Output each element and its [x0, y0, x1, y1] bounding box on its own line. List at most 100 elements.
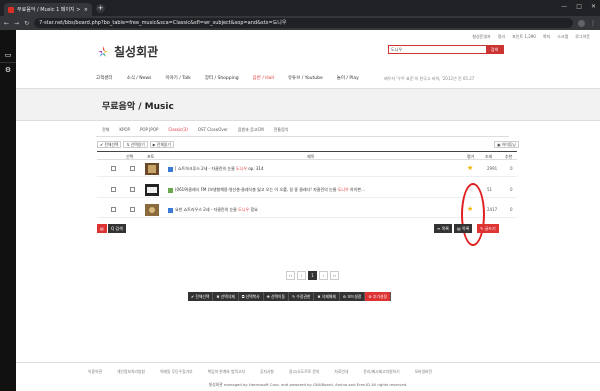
header-hits: 조회	[485, 154, 493, 159]
row-play-checkbox[interactable]	[130, 207, 135, 212]
url-field[interactable]: 7-star.net/bbs/board.php?bo_table=free_m…	[34, 18, 573, 28]
table-header: 선택 포토 제목 평가 조회 추천	[97, 151, 517, 160]
header-votes: 추천	[505, 154, 513, 159]
row-checkbox[interactable]	[111, 187, 116, 192]
tab-title: 무료음악 / Music 1 페이지 > 칠	[17, 7, 81, 13]
category-tab[interactable]: 전체	[102, 127, 109, 133]
category-tab[interactable]: KPOP	[119, 127, 130, 133]
row-checkbox[interactable]	[111, 207, 116, 212]
footer-link[interactable]: 모바일버전	[415, 369, 432, 375]
read-all-button[interactable]: ▶ 전체읽기	[149, 141, 174, 148]
rating-star-icon: ★	[467, 164, 474, 172]
itunes-button[interactable]: ▣ 아이튜닝	[494, 141, 519, 148]
admin-undelete-button[interactable]: ✖ 삭제해제	[314, 292, 340, 301]
close-window-button[interactable]: ✕	[591, 3, 596, 10]
album-thumbnail[interactable]	[145, 163, 159, 175]
admin-permission-button[interactable]: ✎ 수정권한	[289, 292, 315, 301]
menu-icon[interactable]: ⋮	[590, 20, 596, 27]
favicon-icon	[8, 6, 14, 13]
logo-mark-icon	[98, 45, 108, 57]
album-thumbnail[interactable]	[145, 204, 159, 216]
top-link[interactable]: 쪽지	[543, 34, 550, 40]
page-next-button[interactable]: ›	[319, 271, 328, 280]
row-title[interactable]: [ 쇼트하크루스 2세 - 자클린의 눈물 도니우 op. 314	[168, 166, 264, 172]
site-search: 도니우 검색	[388, 45, 504, 54]
maximize-button[interactable]: □	[576, 3, 582, 10]
album-thumbnail[interactable]	[145, 184, 159, 196]
nav-item[interactable]: 이야기 / Talk	[165, 75, 190, 81]
header-photo: 포토	[147, 154, 155, 159]
extension-icon[interactable]	[578, 19, 585, 27]
page-last-button[interactable]: ››	[330, 271, 339, 280]
category-tab-selected[interactable]: Classic(3)	[168, 127, 188, 133]
admin-move-button[interactable]: ✥ 선택이동	[263, 292, 290, 301]
nav-item[interactable]: 장터 / Shopping	[205, 75, 239, 81]
nav-item[interactable]: 유튜브 / Youtube	[288, 75, 323, 81]
list-button[interactable]: ≡ 목록	[434, 224, 452, 233]
search-button[interactable]: 검색	[486, 46, 503, 53]
row-play-checkbox[interactable]	[130, 187, 135, 192]
back-icon[interactable]: ←	[4, 20, 9, 27]
table-row[interactable]: [ 쇼트하크루스 2세 - 자클린의 눈물 도니우 op. 314 ★ 2991…	[97, 161, 517, 177]
browser-tab[interactable]: 무료음악 / Music 1 페이지 > 칠 ×	[4, 3, 92, 16]
row-title[interactable]: 요한 쇼트라우스 2세 - 자클린의 눈물 도니우 함요	[168, 207, 258, 213]
top-link[interactable]: 포인트 1,290	[512, 34, 536, 40]
admin-extra-settings-button[interactable]: ⚙ 추가설정	[365, 292, 391, 301]
list2-button[interactable]: ▤ 목록	[454, 224, 473, 233]
footer-link[interactable]: 공지사항	[260, 369, 274, 375]
web-page: 칠성운영자 정리 포인트 1,290 쪽지 스크랩 로그아웃 칠성회관 도니우 …	[16, 30, 600, 391]
top-link[interactable]: 칠성운영자	[472, 34, 490, 40]
category-tab[interactable]: POP JPOP	[140, 127, 158, 133]
read-selected-button[interactable]: ⇅ 선택읽기	[123, 141, 148, 148]
rss-button[interactable]: ▤	[97, 224, 107, 233]
category-tab[interactable]: OST CloseOver	[198, 127, 228, 133]
top-link[interactable]: 스크랩	[557, 34, 568, 40]
minimize-button[interactable]: —	[561, 3, 567, 10]
top-link[interactable]: 로그아웃	[575, 34, 590, 40]
footer-link[interactable]: 자료안내	[334, 369, 348, 375]
nav-item-active[interactable]: 음반 / Hall	[253, 75, 274, 81]
gear-icon[interactable]: ⚙	[0, 62, 16, 76]
admin-delete-button[interactable]: ✖ 선택삭제	[213, 292, 239, 301]
page-prev-button[interactable]: ‹	[297, 271, 306, 280]
table-row[interactable]: (0619)클래식 FM (보낼형해용·영산총·클레식총 잃고 오는 이 오를,…	[97, 182, 517, 198]
footer-link[interactable]: 책임의 한계와 법적고지	[208, 369, 245, 375]
header-select: 선택	[126, 154, 134, 159]
header-rating: 평가	[467, 154, 475, 159]
select-all-button[interactable]: ✔ 전체선택	[97, 141, 122, 148]
nav-item[interactable]: 고객센터	[96, 75, 113, 81]
top-link[interactable]: 정리	[498, 34, 505, 40]
write-button[interactable]: ✎ 글쓰기	[477, 224, 499, 233]
search-input[interactable]: 도니우	[389, 46, 486, 53]
music-category-icon	[168, 207, 173, 213]
row-checkbox[interactable]	[111, 166, 116, 171]
page-first-button[interactable]: ‹‹	[286, 271, 295, 280]
nav-item[interactable]: 놀이 / Play	[337, 75, 359, 81]
row-play-checkbox[interactable]	[130, 166, 135, 171]
footer-link[interactable]: 윤리/메시제고지원하기	[363, 369, 399, 375]
top-links: 칠성운영자 정리 포인트 1,290 쪽지 스크랩 로그아웃	[472, 34, 590, 40]
notice-ticker[interactable]: 배우자 '우주 표준'의 한국고 써력, '2012년 전 05.27	[384, 76, 474, 82]
close-tab-icon[interactable]: ×	[84, 7, 88, 13]
footer-link[interactable]: 이메일 무단수집거부	[160, 369, 193, 375]
page-current[interactable]: 1	[308, 271, 317, 280]
category-tab[interactable]: 음원과 음고CM	[238, 127, 264, 133]
category-tab[interactable]: 전통음악	[274, 127, 289, 133]
admin-select-all-button[interactable]: ✔ 전체선택	[188, 292, 214, 301]
admin-copy-button[interactable]: ⧉ 선택복사	[238, 292, 264, 301]
footer-link[interactable]: 광고/오도르로 문의	[289, 369, 319, 375]
row-title[interactable]: (0619)클래식 FM (보낼형해용·영산총·클레식총 잃고 오는 이 오를,…	[168, 187, 365, 193]
table-row[interactable]: 요한 쇼트라우스 2세 - 자클린의 눈물 도니우 함요 ★ 2417 0	[97, 202, 517, 218]
monitor-icon[interactable]: ▭	[0, 48, 16, 62]
row-votes: 0	[510, 187, 513, 192]
search-board-button[interactable]: Q 검색	[108, 224, 126, 233]
forward-icon[interactable]: →	[14, 20, 19, 27]
admin-board-settings-button[interactable]: ⚙ 보드설정	[339, 292, 366, 301]
footer-link[interactable]: 개인정보처리방침	[117, 369, 145, 375]
reload-icon[interactable]: ↻	[24, 20, 29, 27]
nav-item[interactable]: 소식 / News	[127, 75, 152, 81]
site-logo[interactable]: 칠성회관	[96, 43, 158, 60]
footer-link[interactable]: 이용약관	[88, 369, 102, 375]
admin-action-bar: ✔ 전체선택 ✖ 선택삭제 ⧉ 선택복사 ✥ 선택이동 ✎ 수정권한 ✖ 삭제해…	[188, 292, 391, 301]
new-tab-button[interactable]: +	[96, 4, 105, 13]
